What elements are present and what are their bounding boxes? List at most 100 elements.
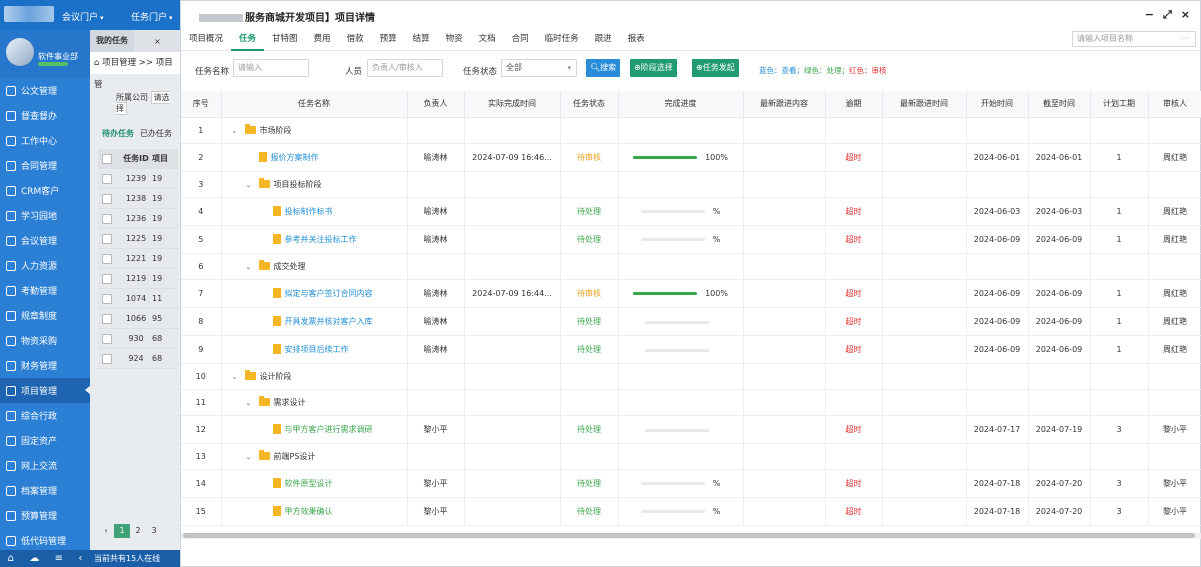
sidebar-item-2[interactable]: 工作中心 xyxy=(0,128,90,153)
bg-table-row[interactable]: 1238 19 xyxy=(98,189,178,209)
sidebar-item-12[interactable]: 项目管理 xyxy=(0,378,91,403)
tab-0[interactable]: 项目概况 xyxy=(181,27,231,51)
task-name-input[interactable]: 请输入 xyxy=(233,59,309,77)
sidebar-item-9[interactable]: 规章制度 xyxy=(0,303,90,328)
sidebar-item-11[interactable]: 财务管理 xyxy=(0,353,90,378)
chevron-down-icon[interactable]: ⌄ xyxy=(246,263,256,271)
close-icon[interactable]: × xyxy=(1181,8,1190,22)
menu-icon[interactable]: ≡ xyxy=(55,553,63,564)
tab-7[interactable]: 物资 xyxy=(438,27,471,51)
search-button[interactable]: 🔍︎搜索 xyxy=(586,59,621,77)
avatar[interactable] xyxy=(6,38,34,66)
task-name-link[interactable]: 软件原型设计 xyxy=(285,479,333,488)
chevron-down-icon[interactable]: ⌄ xyxy=(246,399,256,407)
table-row[interactable]: 12 与甲方客户进行需求调研 黎小平 待处理 超时 2024-07-17 2024-07-1… xyxy=(181,415,1201,444)
table-row[interactable]: 15 甲方效果确认 黎小平 待处理% 超时 2024-07-18 2024-07-20 3 黎小… xyxy=(181,497,1201,526)
page-3-button[interactable]: 3 xyxy=(146,524,162,538)
row-checkbox[interactable] xyxy=(102,313,112,324)
table-row[interactable]: 14 软件原型设计 黎小平 待处理% 超时 2024-07-18 2024-07-20 3 黎小… xyxy=(181,469,1201,498)
task-name-link[interactable]: 报价方案制作 xyxy=(271,153,319,162)
maximize-icon[interactable]: ⤢ xyxy=(1163,8,1172,22)
row-checkbox[interactable] xyxy=(102,273,112,284)
sidebar-item-4[interactable]: CRM客户 xyxy=(0,178,90,203)
row-checkbox[interactable] xyxy=(102,353,112,364)
bg-table-row[interactable]: 1225 19 xyxy=(98,229,178,249)
sidebar-item-1[interactable]: 督查督办 xyxy=(0,103,90,128)
project-search-input[interactable]: 请输入项目名称 ··· xyxy=(1072,31,1196,47)
tab-12[interactable]: 报表 xyxy=(620,27,653,51)
page-1-button[interactable]: 1 xyxy=(114,524,130,538)
task-name-link[interactable]: 拟定与客户签订合同内容 xyxy=(285,289,373,298)
bg-table-row[interactable]: 930 68 xyxy=(98,329,178,349)
sidebar-item-6[interactable]: 会议管理 xyxy=(0,228,90,253)
row-checkbox[interactable] xyxy=(102,173,112,184)
prev-page-button[interactable]: ‹ xyxy=(98,524,114,538)
tab-8[interactable]: 文档 xyxy=(471,27,504,51)
row-checkbox[interactable] xyxy=(102,253,112,264)
page-2-button[interactable]: 2 xyxy=(130,524,146,538)
chevron-down-icon[interactable]: ⌄ xyxy=(246,181,256,189)
tab-2[interactable]: 甘特图 xyxy=(264,27,306,51)
task-start-button[interactable]: ⊕任务发起 xyxy=(692,59,739,77)
task-name-link[interactable]: 甲方效果确认 xyxy=(285,507,333,516)
task-name-link[interactable]: 投标制作标书 xyxy=(285,207,333,216)
sidebar-item-3[interactable]: 合同管理 xyxy=(0,153,90,178)
tab-4[interactable]: 借款 xyxy=(339,27,372,51)
tab-10[interactable]: 临时任务 xyxy=(537,27,587,51)
tab-my-tasks[interactable]: 我的任务 xyxy=(90,30,134,52)
table-row[interactable]: 4 投标制作标书 喻涛林 待处理% 超时 2024-06-03 2024-06-03 1 周红艳 xyxy=(181,197,1201,226)
sidebar-item-16[interactable]: 档案管理 xyxy=(0,478,90,503)
task-name-link[interactable]: 与甲方客户进行需求调研 xyxy=(285,425,373,434)
sidebar-item-8[interactable]: 考勤管理 xyxy=(0,278,90,303)
tab-done[interactable]: 已办任务 xyxy=(140,129,172,138)
tab-9[interactable]: 合同 xyxy=(504,27,537,51)
table-row[interactable]: 10 ⌄ 设计阶段 xyxy=(181,363,1201,390)
status-select[interactable]: 全部 ▾ xyxy=(501,59,577,77)
table-row[interactable]: 3 ⌄ 项目投标阶段 xyxy=(181,171,1201,198)
bg-table-row[interactable]: 1236 19 xyxy=(98,209,178,229)
row-checkbox[interactable] xyxy=(102,293,112,304)
chevron-down-icon[interactable]: ⌄ xyxy=(232,373,242,381)
table-row[interactable]: 13 ⌄ 前端PS设计 xyxy=(181,443,1201,470)
person-input[interactable]: 负责人/审核人 xyxy=(367,59,443,77)
more-icon[interactable]: ··· xyxy=(1181,32,1189,46)
task-name-link[interactable]: 开具发票并核对客户入库 xyxy=(285,317,373,326)
task-name-link[interactable]: 安排项目后续工作 xyxy=(285,345,349,354)
tab-3[interactable]: 费用 xyxy=(306,27,339,51)
table-row[interactable]: 1 ⌄ 市场阶段 xyxy=(181,117,1201,144)
sidebar-item-15[interactable]: 网上交流 xyxy=(0,453,90,478)
bg-table-row[interactable]: 924 68 xyxy=(98,349,178,369)
task-portal-link[interactable]: 任务门户 ▾ xyxy=(131,10,173,23)
stage-select-button[interactable]: ⊕阶段选择 xyxy=(630,59,677,77)
cloud-icon[interactable]: ☁ xyxy=(29,553,39,564)
close-icon[interactable]: × xyxy=(154,37,161,46)
table-row[interactable]: 11 ⌄ 需求设计 xyxy=(181,389,1201,416)
tab-6[interactable]: 结算 xyxy=(405,27,438,51)
sidebar-item-14[interactable]: 固定资产 xyxy=(0,428,90,453)
table-row[interactable]: 2 报价方案制作 喻涛林 2024-07-09 16:46... 待审核 100% 超时 20… xyxy=(181,143,1201,172)
sidebar-item-17[interactable]: 预算管理 xyxy=(0,503,90,528)
sidebar-item-7[interactable]: 人力资源 xyxy=(0,253,90,278)
table-row[interactable]: 6 ⌄ 成交处理 xyxy=(181,253,1201,280)
row-checkbox[interactable] xyxy=(102,333,112,344)
tab-todo[interactable]: 待办任务 xyxy=(102,129,134,138)
chevron-left-icon[interactable]: ‹ xyxy=(78,553,82,564)
bg-table-row[interactable]: 1219 19 xyxy=(98,269,178,289)
home-icon[interactable]: ⌂ xyxy=(8,553,14,564)
horizontal-scrollbar[interactable] xyxy=(181,533,1201,539)
bg-table-row[interactable]: 1221 19 xyxy=(98,249,178,269)
table-row[interactable]: 5 参考并关注投标工作 喻涛林 待处理% 超时 2024-06-09 2024-06-09 1… xyxy=(181,225,1201,254)
table-row[interactable]: 9 安排项目后续工作 喻涛林 待处理 超时 2024-06-09 2024-06-09 1 周红… xyxy=(181,335,1201,364)
bg-table-row[interactable]: 1066 95 xyxy=(98,309,178,329)
tab-5[interactable]: 预算 xyxy=(372,27,405,51)
sidebar-item-5[interactable]: 学习园地 xyxy=(0,203,90,228)
task-name-link[interactable]: 参考并关注投标工作 xyxy=(285,235,357,244)
row-checkbox[interactable] xyxy=(102,213,112,224)
table-row[interactable]: 8 开具发票并核对客户入库 喻涛林 待处理 超时 2024-06-09 2024-06-09… xyxy=(181,307,1201,336)
chevron-down-icon[interactable]: ⌄ xyxy=(246,453,256,461)
select-all-checkbox[interactable] xyxy=(102,153,112,164)
chevron-down-icon[interactable]: ⌄ xyxy=(232,127,242,135)
row-checkbox[interactable] xyxy=(102,233,112,244)
tab-1[interactable]: 任务 xyxy=(231,27,265,51)
table-row[interactable]: 7 拟定与客户签订合同内容 喻涛林 2024-07-09 16:44... 待审核 100… xyxy=(181,279,1201,308)
